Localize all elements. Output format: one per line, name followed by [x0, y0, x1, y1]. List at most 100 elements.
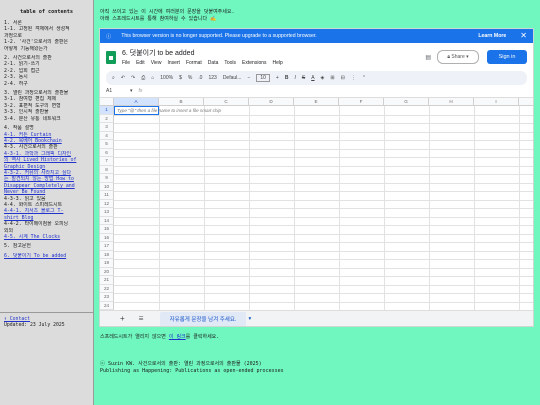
all-sheets-icon[interactable]: ☰ [139, 316, 144, 322]
row-header[interactable]: 12 [100, 199, 114, 208]
more-icon[interactable]: ⋮ [351, 75, 356, 81]
menu-item[interactable]: File [122, 60, 130, 66]
menu-item[interactable]: Insert [167, 60, 180, 66]
row-header[interactable]: 18 [100, 250, 114, 259]
share-button[interactable]: 🔒︎ Share ▾ [437, 50, 479, 64]
row-header[interactable]: 11 [100, 191, 114, 200]
row-gridline [114, 225, 533, 226]
text-color-icon[interactable]: A [311, 75, 314, 81]
column-header[interactable]: G [384, 98, 429, 106]
row-header[interactable]: 3 [100, 123, 114, 132]
merge-icon[interactable]: ⊟ [341, 75, 345, 81]
print-icon[interactable]: ⎙ [141, 75, 145, 81]
row-header[interactable]: 1 [100, 106, 114, 115]
column-gridline [384, 106, 385, 326]
zoom-select[interactable]: 100% [160, 75, 173, 81]
row-gridline [114, 123, 533, 124]
menu-item[interactable]: Edit [136, 60, 145, 66]
row-header[interactable]: 5 [100, 140, 114, 149]
sheet-tab[interactable]: 자유롭게 문장을 남겨 주세요. [159, 311, 247, 326]
row-header[interactable]: 19 [100, 259, 114, 268]
row-header[interactable]: 24 [100, 301, 114, 310]
font-size-decrease-icon[interactable]: − [247, 75, 250, 81]
column-gridline [159, 106, 160, 326]
paint-format-icon[interactable]: ⌂ [151, 75, 154, 81]
font-size-increase-icon[interactable]: + [276, 75, 279, 81]
row-header[interactable]: 9 [100, 174, 114, 183]
column-gridline [204, 106, 205, 326]
fallback-link[interactable]: 이 링크 [169, 334, 186, 340]
collapse-icon[interactable]: ⌃ [362, 75, 366, 81]
column-gridline [474, 106, 475, 326]
row-header[interactable]: 2 [100, 114, 114, 123]
learn-more-link[interactable]: Learn More [478, 33, 506, 39]
row-header[interactable]: 4 [100, 131, 114, 140]
sign-in-button[interactable]: Sign in [487, 50, 527, 64]
row-gridline [114, 216, 533, 218]
menu-item[interactable]: Data [208, 60, 219, 66]
strikethrough-icon[interactable]: S [302, 75, 305, 81]
decimal-icon[interactable]: .0 [198, 75, 202, 81]
row-header[interactable]: 21 [100, 276, 114, 285]
menu-item[interactable]: Extensions [242, 60, 266, 66]
redo-icon[interactable]: ↷ [131, 75, 135, 81]
currency-icon[interactable]: $ [179, 75, 182, 81]
row-header[interactable]: 10 [100, 182, 114, 191]
row-gridline [114, 131, 533, 133]
column-header[interactable]: E [294, 98, 339, 106]
bold-icon[interactable]: B [285, 75, 289, 81]
row-header[interactable]: 8 [100, 165, 114, 174]
sheet-tab-dropdown-icon[interactable]: ▾ [248, 316, 251, 322]
sheet-tabs-bar: + ☰ 자유롭게 문장을 남겨 주세요. ▾ [100, 310, 533, 326]
undo-icon[interactable]: ↶ [121, 75, 125, 81]
add-sheet-icon[interactable]: + [120, 314, 125, 323]
row-header[interactable]: 16 [100, 233, 114, 242]
formatting-toolbar: ⌕ ↶ ↷ ⎙ ⌂ 100% $ % .0 123 Defaul... − 10… [106, 71, 527, 85]
fill-color-icon[interactable]: ◈ [321, 75, 325, 81]
row-header[interactable]: 13 [100, 208, 114, 217]
toc-item[interactable]: 6. 덧붙이기 To be added [4, 253, 89, 259]
font-size-field[interactable]: 10 [256, 74, 270, 82]
row-header[interactable]: 23 [100, 293, 114, 302]
updated-date: Updated: 23 July 2025 [4, 323, 65, 328]
italic-icon[interactable]: I [294, 75, 295, 81]
row-header[interactable]: 6 [100, 148, 114, 157]
borders-icon[interactable]: ⊞ [330, 75, 334, 81]
menu-item[interactable]: View [151, 60, 162, 66]
document-title[interactable]: 6. 덧붙이기 to be added [122, 48, 425, 58]
row-header[interactable]: 15 [100, 225, 114, 234]
row-header[interactable]: 7 [100, 157, 114, 166]
column-header[interactable]: C [204, 98, 249, 106]
column-header[interactable]: F [339, 98, 384, 106]
fallback-prefix: 스프레드시트가 열리지 않으면 [100, 334, 169, 340]
close-icon[interactable]: ✕ [520, 32, 527, 40]
percent-icon[interactable]: % [188, 75, 192, 81]
name-box-dropdown-icon[interactable]: ▾ [130, 88, 133, 94]
select-all-corner[interactable] [100, 98, 114, 106]
row-header[interactable]: 17 [100, 242, 114, 251]
column-header[interactable]: H [429, 98, 474, 106]
toc-item[interactable]: 의 역사 Lived Histories of [4, 157, 89, 163]
font-select[interactable]: Defaul... [223, 75, 242, 81]
search-icon[interactable]: ⌕ [112, 75, 115, 81]
toc-footer: ↑ Contact Updated: 23 July 2025 [0, 312, 93, 333]
column-header[interactable]: D [249, 98, 294, 106]
column-header[interactable]: J [519, 98, 533, 106]
row-gridline [114, 148, 533, 150]
embedded-spreadsheet[interactable]: ⓘ This browser version is no longer supp… [100, 29, 533, 326]
comment-icon[interactable]: ▤ [425, 54, 431, 61]
row-gridline [114, 301, 533, 303]
row-gridline [114, 250, 533, 252]
menu-item[interactable]: Tools [224, 60, 236, 66]
name-box[interactable]: A1 [106, 88, 130, 94]
menu-item[interactable]: Format [186, 60, 202, 66]
number-format-icon[interactable]: 123 [208, 75, 216, 81]
row-header[interactable]: 20 [100, 267, 114, 276]
row-header[interactable]: 22 [100, 284, 114, 293]
column-header[interactable]: B [159, 98, 204, 106]
row-gridline [114, 293, 533, 294]
row-header[interactable]: 14 [100, 216, 114, 225]
column-header[interactable]: A [114, 98, 159, 106]
menu-item[interactable]: Help [273, 60, 283, 66]
column-header[interactable]: I [474, 98, 519, 106]
